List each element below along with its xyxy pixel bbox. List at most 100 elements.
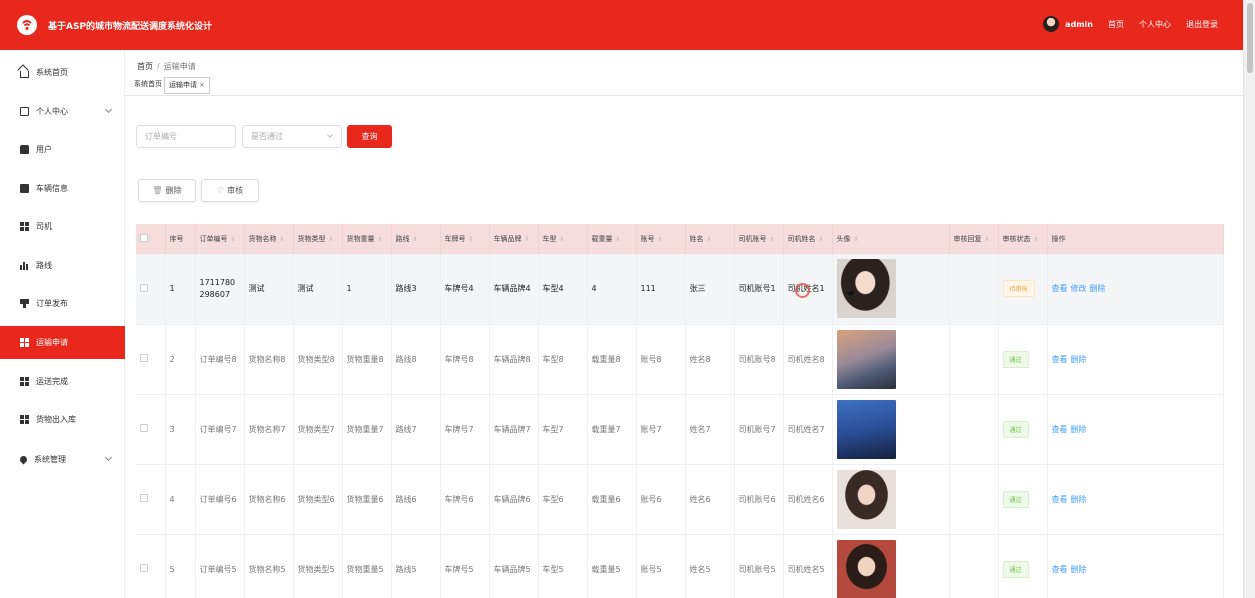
- data-table: 序号 订单编号 ⇳ 货物名称 ⇳ 货物类型 ⇳ 货物重量 ⇳ 路线 ⇳ 车牌号 ⇳ 车辆品牌…: [136, 224, 1224, 598]
- audit-button[interactable]: ♡ 审核: [201, 179, 259, 202]
- column-header[interactable]: 司机姓名 ⇳: [783, 224, 833, 254]
- order-number-input[interactable]: 订单编号: [136, 125, 236, 148]
- column-header[interactable]: 审核回复 ⇳: [949, 224, 999, 254]
- breadcrumb-home[interactable]: 首页: [137, 62, 153, 71]
- sidebar-item-transport-apply[interactable]: 运输申请: [0, 326, 125, 359]
- row-select-cell: [136, 254, 166, 325]
- search-button[interactable]: 查询: [347, 125, 392, 148]
- column-header[interactable]: 载重量 ⇳: [587, 224, 637, 254]
- sort-icon: ⇳: [984, 236, 990, 243]
- tab-home[interactable]: 系统首页: [130, 77, 166, 94]
- sidebar: 系统首页 个人中心 用户 车辆信息 司机 路线 订单发布 运输申请 运送完成 货…: [0, 50, 125, 598]
- approval-select[interactable]: 是否通过: [242, 125, 342, 148]
- sidebar-item-vehicles[interactable]: 车辆信息: [0, 172, 125, 205]
- avatar[interactable]: [836, 259, 896, 319]
- logout-link[interactable]: 退出登录: [1186, 19, 1218, 30]
- row-checkbox[interactable]: [140, 283, 148, 292]
- table-row[interactable]: 5 订单编号5 货物名称5 货物类型5 货物重量5 路线5 车牌号5 车辆品牌5 车型5 载重量5…: [136, 534, 1224, 598]
- cell-route: 路线5: [391, 534, 441, 598]
- delete-link[interactable]: 删除: [1071, 495, 1087, 504]
- cell-route: 路线8: [391, 324, 441, 395]
- cell-load: 载重量7: [587, 394, 637, 465]
- sort-icon: ⇳: [657, 236, 663, 243]
- row-checkbox[interactable]: [140, 424, 148, 432]
- sidebar-item-drivers[interactable]: 司机: [0, 210, 125, 243]
- column-header[interactable]: 头像 ⇳: [832, 224, 950, 254]
- row-checkbox[interactable]: [140, 564, 148, 572]
- view-link[interactable]: 查看: [1052, 425, 1068, 434]
- sort-icon: ⇳: [377, 236, 383, 243]
- view-link[interactable]: 查看: [1052, 284, 1068, 293]
- avatar[interactable]: [836, 539, 896, 598]
- row-checkbox[interactable]: [140, 494, 148, 502]
- avatar[interactable]: [836, 469, 896, 529]
- table-row[interactable]: 4 订单编号6 货物名称6 货物类型6 货物重量6 路线6 车牌号6 车辆品牌6 车型6 载重量6…: [136, 464, 1224, 535]
- sidebar-item-home[interactable]: 系统首页: [0, 56, 125, 89]
- user-menu[interactable]: admin: [1043, 16, 1093, 32]
- delete-link[interactable]: 删除: [1071, 355, 1087, 364]
- column-header[interactable]: 姓名 ⇳: [685, 224, 735, 254]
- cell-reply: [949, 534, 999, 598]
- sidebar-item-users[interactable]: 用户: [0, 133, 125, 166]
- table-row[interactable]: 1 1711780298607 测试 测试 1 路线3 车牌号4 车辆品牌4 车型4 4 111 张三…: [136, 254, 1224, 325]
- column-header[interactable]: 账号 ⇳: [636, 224, 686, 254]
- delete-link[interactable]: 删除: [1071, 425, 1087, 434]
- column-header[interactable]: 车牌号 ⇳: [440, 224, 490, 254]
- edit-link[interactable]: 修改: [1071, 284, 1087, 293]
- avatar[interactable]: [836, 329, 896, 389]
- post-icon: [20, 299, 29, 308]
- column-header[interactable]: 司机账号 ⇳: [734, 224, 784, 254]
- sidebar-item-system[interactable]: 系统管理: [0, 443, 125, 476]
- tab-transport-apply[interactable]: 运输申请 ×: [164, 77, 210, 94]
- view-link[interactable]: 查看: [1052, 495, 1068, 504]
- row-checkbox[interactable]: [140, 354, 148, 362]
- chevron-down-icon: [104, 105, 113, 114]
- sidebar-item-label: 司机: [36, 222, 52, 231]
- sort-icon: ⇳: [230, 236, 236, 243]
- cell-brand: 车辆品牌8: [489, 324, 539, 395]
- avatar[interactable]: [836, 399, 896, 459]
- column-header[interactable]: 货物类型 ⇳: [293, 224, 343, 254]
- sidebar-item-routes[interactable]: 路线: [0, 249, 125, 282]
- sort-icon: ⇳: [769, 236, 775, 243]
- sidebar-item-warehouse[interactable]: 货物出入库: [0, 403, 125, 436]
- profile-link[interactable]: 个人中心: [1139, 19, 1171, 30]
- sidebar-item-delivery-done[interactable]: 运送完成: [0, 365, 125, 398]
- cell-cargo-name: 货物名称6: [244, 464, 294, 535]
- status-cell: 通过: [998, 394, 1048, 465]
- delete-link[interactable]: 删除: [1071, 565, 1087, 574]
- column-header[interactable]: 车辆品牌 ⇳: [489, 224, 539, 254]
- table-row[interactable]: 3 订单编号7 货物名称7 货物类型7 货物重量7 路线7 车牌号7 车辆品牌7 车型7 载重量7…: [136, 394, 1224, 465]
- column-header[interactable]: 货物名称 ⇳: [244, 224, 294, 254]
- column-header[interactable]: 订单编号 ⇳: [195, 224, 245, 254]
- cell-no: 5: [165, 534, 196, 598]
- column-header[interactable]: 货物重量 ⇳: [342, 224, 392, 254]
- cell-model: 车型7: [538, 394, 588, 465]
- delete-button[interactable]: 🗑 删除: [138, 179, 196, 202]
- cell-weight: 货物重量7: [342, 394, 392, 465]
- scrollbar-thumb[interactable]: [1247, 3, 1253, 73]
- row-select-cell: [136, 464, 166, 535]
- select-all-checkbox[interactable]: [140, 234, 148, 242]
- table-row[interactable]: 2 订单编号8 货物名称8 货物类型8 货物重量8 路线8 车牌号8 车辆品牌8 车型8 载重量8…: [136, 324, 1224, 395]
- close-icon[interactable]: ×: [199, 81, 205, 89]
- column-header[interactable]: 车型 ⇳: [538, 224, 588, 254]
- column-header[interactable]: 路线 ⇳: [391, 224, 441, 254]
- view-link[interactable]: 查看: [1052, 565, 1068, 574]
- click-indicator: [795, 283, 810, 298]
- cell-load: 载重量8: [587, 324, 637, 395]
- column-header[interactable]: 审核状态 ⇳: [998, 224, 1048, 254]
- sidebar-item-profile[interactable]: 个人中心: [0, 95, 125, 128]
- column-header[interactable]: 序号: [165, 224, 196, 254]
- sort-icon: ⇳: [615, 236, 621, 243]
- operations-cell: 查看 删除: [1047, 464, 1224, 535]
- view-link[interactable]: 查看: [1052, 355, 1068, 364]
- home-link[interactable]: 首页: [1108, 19, 1124, 30]
- cell-load: 载重量5: [587, 534, 637, 598]
- sort-icon: ⇳: [468, 236, 474, 243]
- delete-link[interactable]: 删除: [1090, 284, 1106, 293]
- vertical-scrollbar[interactable]: [1243, 0, 1255, 598]
- cell-brand: 车辆品牌5: [489, 534, 539, 598]
- cell-account: 111: [636, 254, 686, 325]
- sidebar-item-orders[interactable]: 订单发布: [0, 287, 125, 320]
